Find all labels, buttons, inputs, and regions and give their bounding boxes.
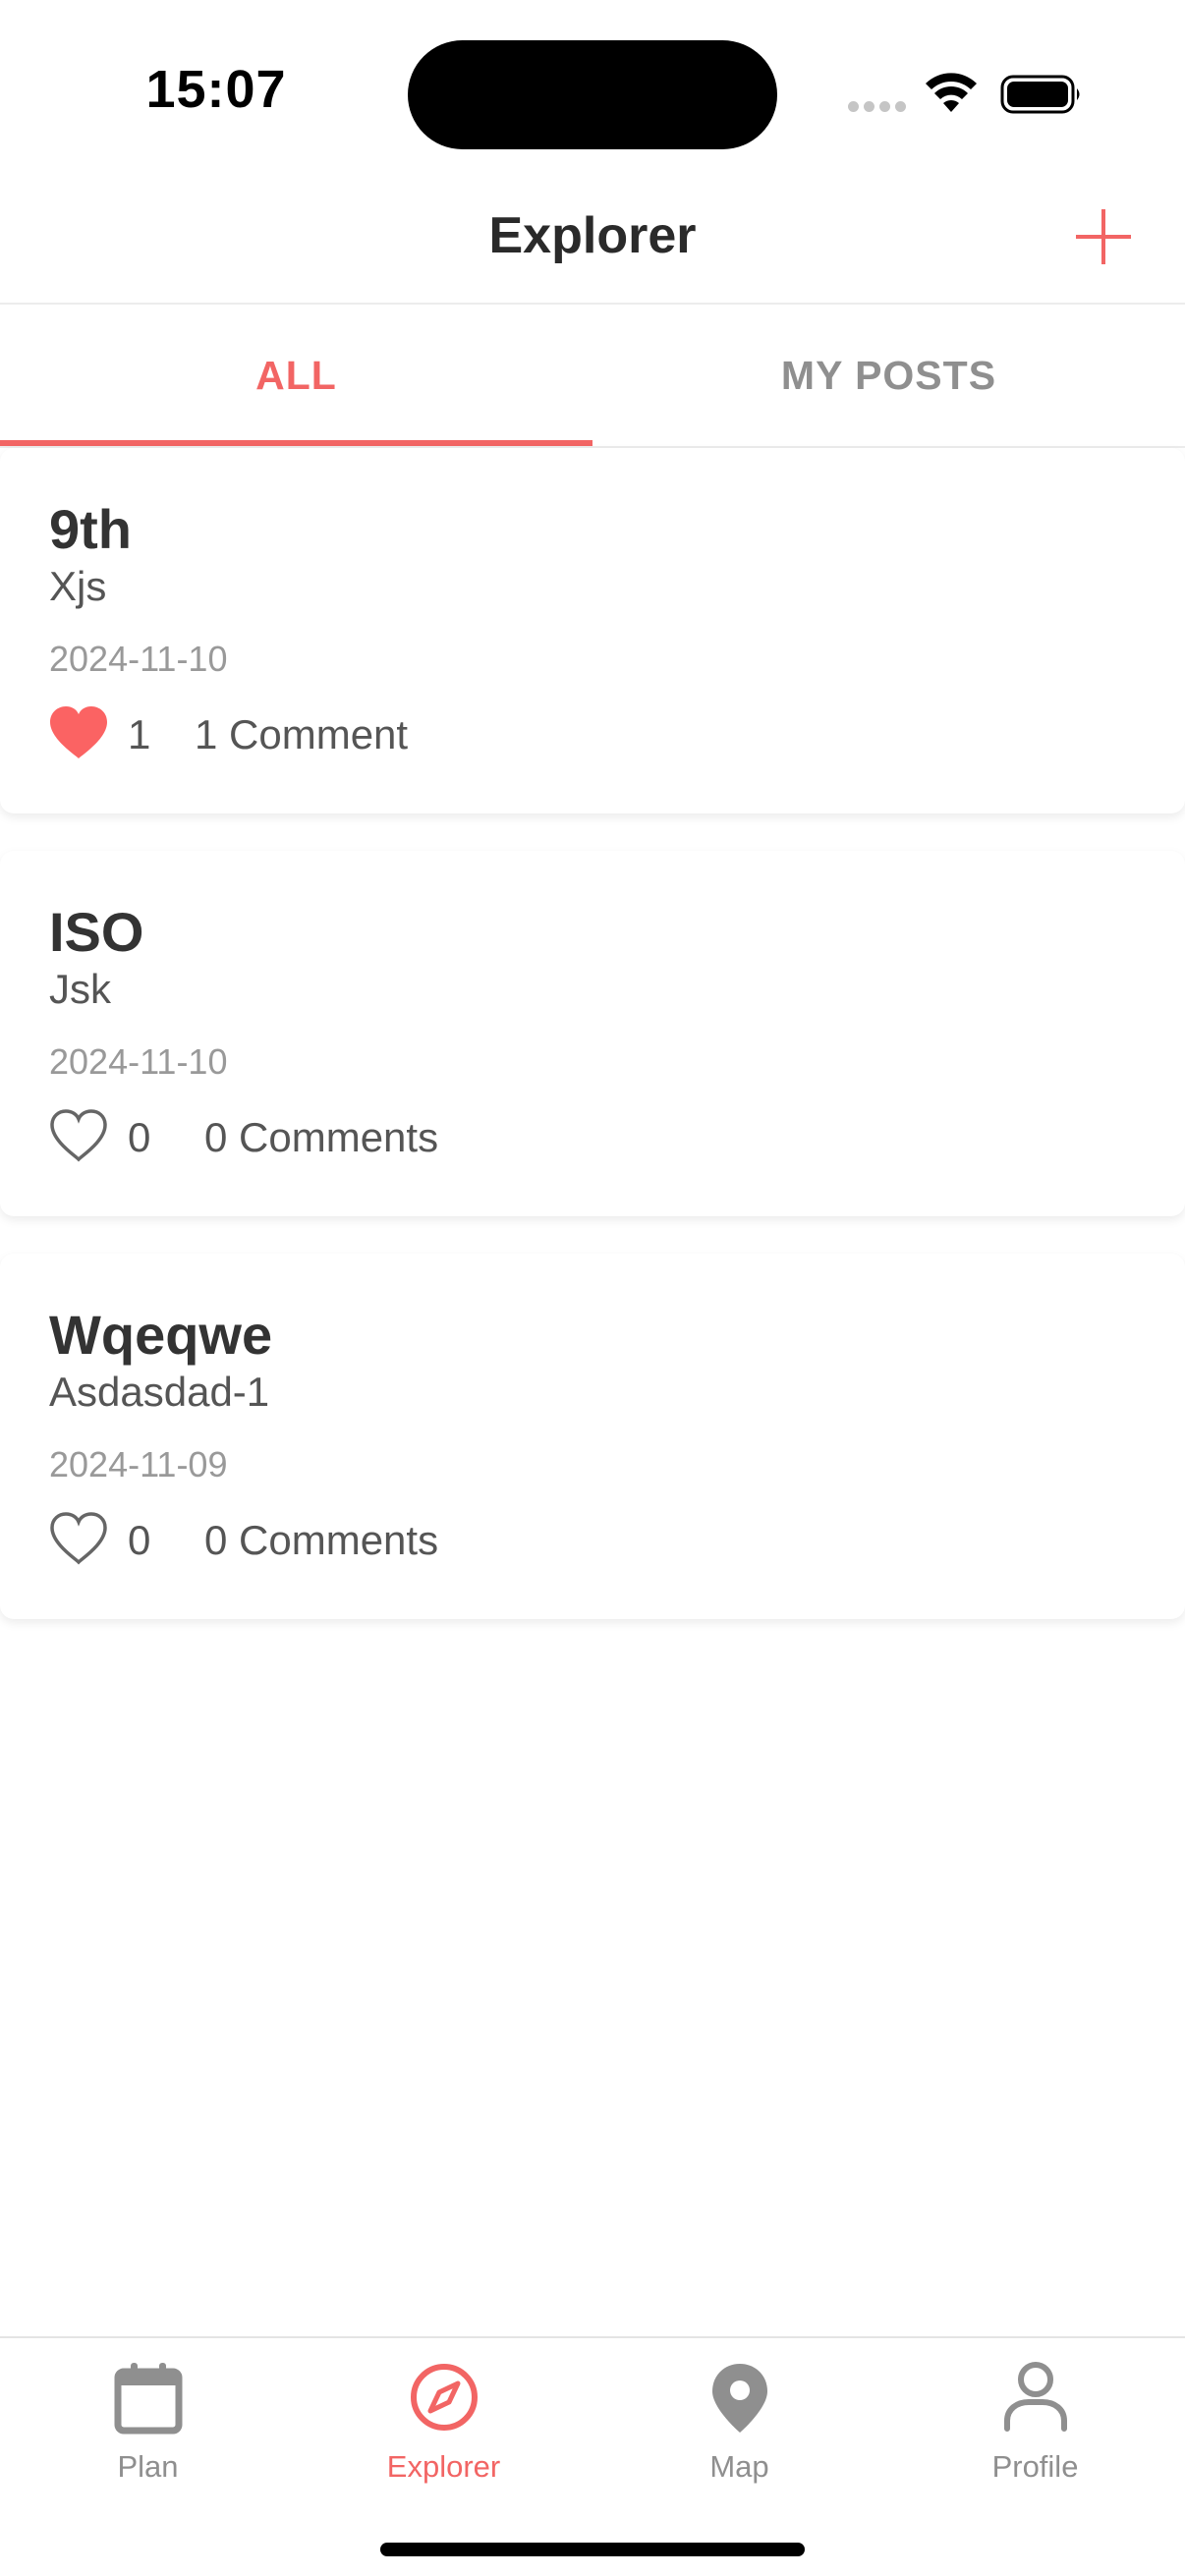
tabbar-item-plan[interactable]: Plan	[0, 2338, 296, 2495]
comment-count[interactable]: 0 Comments	[204, 1517, 438, 1564]
navigation-bar: Explorer	[0, 177, 1185, 305]
compass-icon	[411, 2364, 478, 2431]
bottom-tab-bar: Plan Explorer Map Profile	[0, 2336, 1185, 2576]
post-subtitle: Jsk	[49, 966, 111, 1012]
tab-all[interactable]: ALL	[0, 305, 592, 446]
post-card[interactable]: ISO Jsk 2024-11-10 0 0 Comments	[0, 851, 1185, 1216]
heart-outline-icon[interactable]	[47, 1106, 110, 1165]
post-subtitle: Xjs	[49, 563, 107, 609]
tabbar-label: Map	[709, 2449, 769, 2484]
like-count: 0	[128, 1114, 151, 1160]
post-date: 2024-11-10	[49, 1041, 228, 1082]
tabbar-label: Explorer	[386, 2449, 501, 2484]
calendar-icon	[114, 2363, 183, 2435]
post-title: 9th	[49, 498, 132, 560]
battery-icon	[1000, 75, 1080, 114]
post-date: 2024-11-09	[49, 1444, 228, 1484]
comment-count[interactable]: 0 Comments	[204, 1114, 438, 1161]
post-title: Wqeqwe	[49, 1304, 273, 1366]
add-post-button[interactable]	[1071, 204, 1136, 269]
like-count: 0	[128, 1517, 151, 1563]
post-date: 2024-11-10	[49, 639, 228, 679]
segmented-tabs: ALL MY POSTS	[0, 305, 1185, 448]
status-bar: 15:07	[0, 0, 1185, 177]
heart-filled-icon[interactable]	[47, 703, 110, 762]
post-card[interactable]: Wqeqwe Asdasdad-1 2024-11-09 0 0 Comment…	[0, 1254, 1185, 1619]
status-time: 15:07	[145, 60, 287, 119]
tabbar-label: Plan	[117, 2449, 179, 2484]
active-tab-indicator	[0, 440, 592, 446]
person-icon	[1004, 2362, 1067, 2432]
wifi-icon	[926, 73, 977, 112]
tab-my-posts[interactable]: MY POSTS	[592, 305, 1185, 446]
post-subtitle: Asdasdad-1	[49, 1369, 270, 1415]
comment-count[interactable]: 1 Comment	[195, 711, 408, 758]
post-card[interactable]: 9th Xjs 2024-11-10 1 1 Comment	[0, 448, 1185, 813]
page-title: Explorer	[488, 207, 697, 264]
home-indicator	[380, 2543, 805, 2556]
dynamic-island	[408, 40, 777, 149]
like-count: 1	[128, 711, 151, 757]
map-pin-icon	[712, 2364, 767, 2433]
tabbar-item-profile[interactable]: Profile	[887, 2338, 1183, 2495]
heart-outline-icon[interactable]	[47, 1509, 110, 1568]
tabbar-label: Profile	[991, 2449, 1079, 2484]
tabbar-item-explorer[interactable]: Explorer	[296, 2338, 592, 2495]
post-title: ISO	[49, 901, 144, 963]
tabbar-item-map[interactable]: Map	[592, 2338, 887, 2495]
